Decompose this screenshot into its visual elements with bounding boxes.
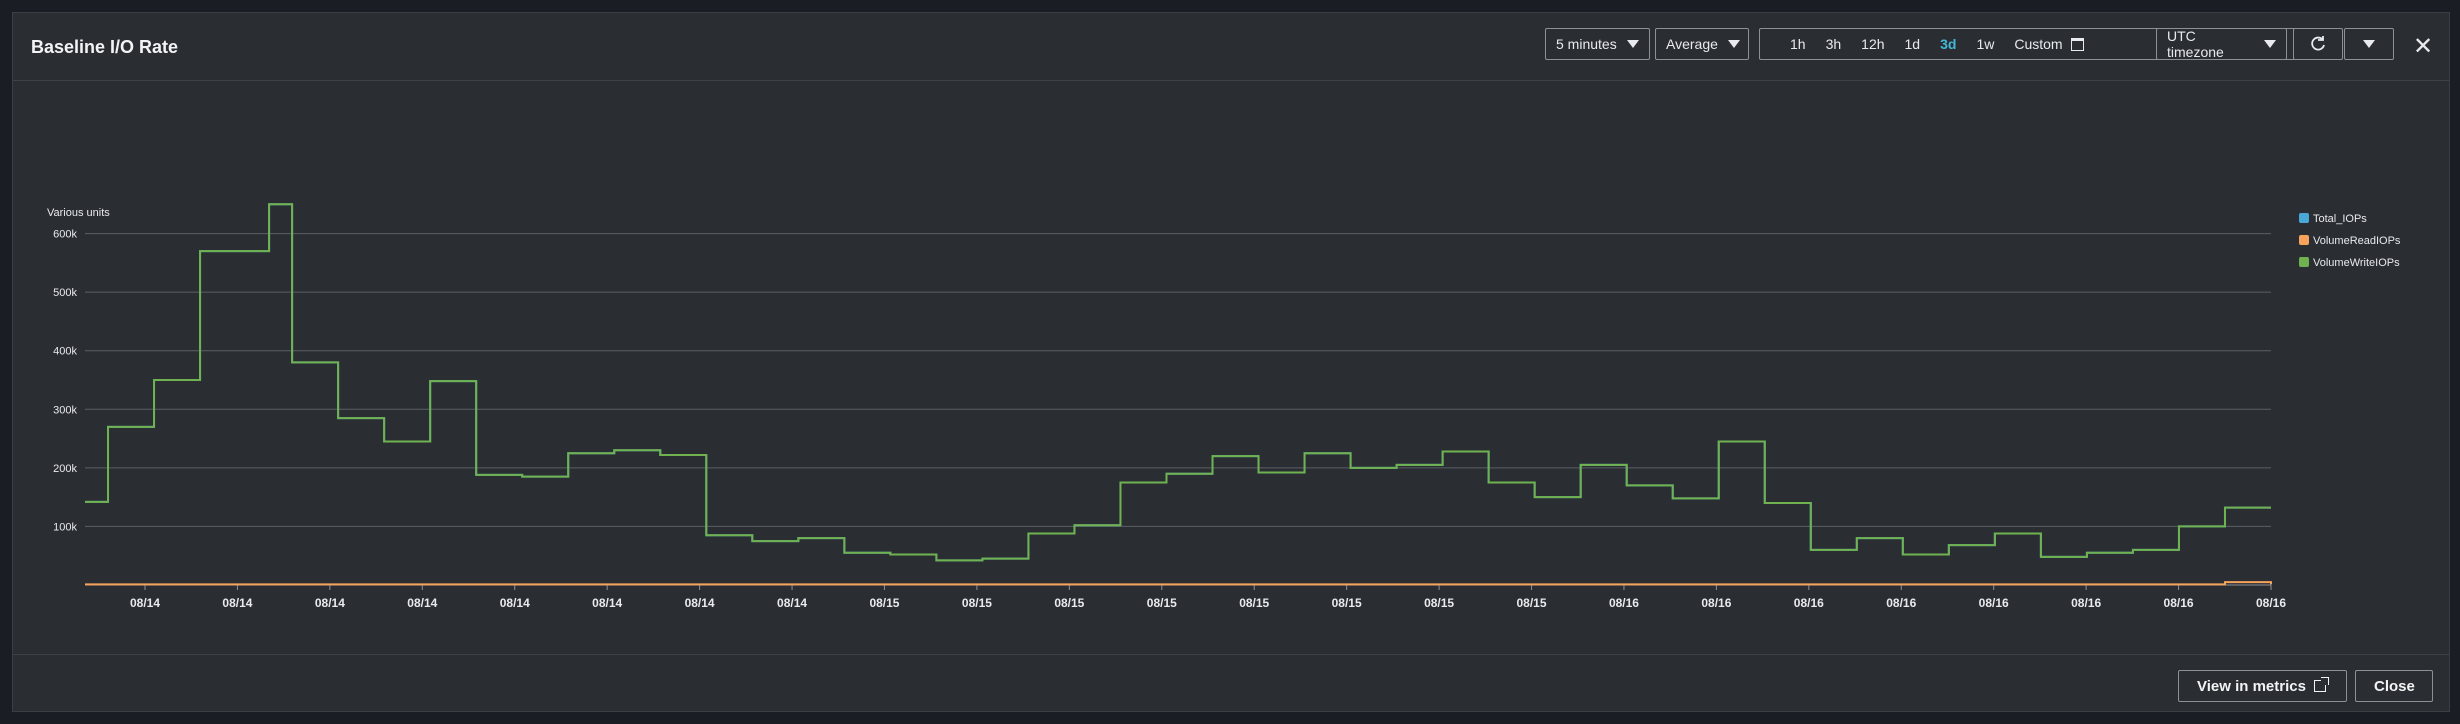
x-tick-label: 08/16 — [1701, 596, 1731, 610]
x-tick-label: 08/16 — [1794, 596, 1824, 610]
x-tick-label: 08/14 — [222, 596, 252, 610]
modal-header: Baseline I/O Rate 5 minutes Average 1h 3… — [13, 13, 2449, 81]
x-tick-label: 08/15 — [1239, 596, 1269, 610]
close-label: Close — [2374, 677, 2415, 695]
series-lines — [85, 203, 2272, 586]
statistic-select[interactable]: Average — [1655, 28, 1749, 60]
legend-swatch — [2299, 235, 2309, 245]
modal-footer: View in metrics Close — [13, 654, 2449, 713]
chart-modal: Baseline I/O Rate 5 minutes Average 1h 3… — [12, 12, 2450, 712]
range-3d[interactable]: 3d — [1930, 36, 1966, 52]
range-1w[interactable]: 1w — [1966, 36, 2004, 52]
legend-label[interactable]: Total_IOPs — [2313, 213, 2367, 225]
calendar-icon — [2070, 37, 2084, 51]
chevron-down-icon — [2363, 40, 2375, 48]
y-tick-label: 600k — [53, 229, 77, 241]
chevron-down-icon — [2264, 40, 2276, 48]
x-tick-label: 08/14 — [500, 596, 530, 610]
x-tick-label: 08/14 — [407, 596, 437, 610]
x-tick-label: 08/14 — [315, 596, 345, 610]
y-tick-label: 100k — [53, 521, 77, 533]
refresh-icon — [2311, 36, 2325, 51]
x-tick-label: 08/14 — [777, 596, 807, 610]
x-tick-label: 08/15 — [1332, 596, 1362, 610]
series-line-volumereadiops — [85, 581, 2272, 586]
x-tick-label: 08/15 — [1147, 596, 1177, 610]
timezone-select[interactable]: UTC timezone — [2156, 28, 2287, 60]
series-line-volumewriteiops — [85, 203, 2271, 562]
y-tick-label: 300k — [53, 404, 77, 416]
range-1d[interactable]: 1d — [1895, 36, 1931, 52]
view-in-metrics-label: View in metrics — [2197, 677, 2306, 695]
legend-swatch — [2299, 257, 2309, 267]
y-tick-label: 400k — [53, 346, 77, 358]
x-tick-label: 08/15 — [869, 596, 899, 610]
y-axis-label: Various units — [47, 207, 110, 219]
legend-label[interactable]: VolumeReadIOPs — [2313, 235, 2401, 247]
series-line-total-iops — [85, 203, 2271, 562]
x-tick-label: 08/16 — [2071, 596, 2101, 610]
x-tick-label: 08/15 — [1424, 596, 1454, 610]
x-tick-label: 08/15 — [1517, 596, 1547, 610]
refresh-options-button[interactable] — [2344, 28, 2394, 60]
x-tick-label: 08/16 — [1886, 596, 1916, 610]
x-tick-label: 08/16 — [2164, 596, 2194, 610]
x-tick-label: 08/14 — [130, 596, 160, 610]
refresh-button[interactable] — [2293, 28, 2343, 60]
range-12h[interactable]: 12h — [1851, 36, 1894, 52]
legend: Total_IOPs VolumeReadIOPs VolumeWriteIOPs — [2299, 213, 2401, 269]
x-tick-label: 08/14 — [685, 596, 715, 610]
x-tick-label: 08/16 — [2256, 596, 2286, 610]
view-in-metrics-button[interactable]: View in metrics — [2178, 670, 2347, 702]
x-tick-label: 08/14 — [592, 596, 622, 610]
period-select[interactable]: 5 minutes — [1545, 28, 1650, 60]
y-tick-labels: 100k 200k 300k 400k 500k 600k — [53, 229, 77, 534]
close-icon[interactable]: ✕ — [2413, 35, 2433, 59]
period-value: 5 minutes — [1556, 36, 1617, 52]
line-chart: Various units 100k 200k 300k 400k 500k 600k 0… — [47, 203, 2401, 610]
grid-lines — [85, 233, 2271, 586]
x-tick-label: 08/16 — [1609, 596, 1639, 610]
timezone-value: UTC timezone — [2167, 28, 2224, 60]
range-custom[interactable]: Custom — [2004, 36, 2093, 52]
x-tick-label: 08/16 — [1979, 596, 2009, 610]
chevron-down-icon — [1727, 40, 1740, 48]
x-tick-label: 08/15 — [962, 596, 992, 610]
statistic-value: Average — [1666, 36, 1718, 52]
custom-label: Custom — [2014, 36, 2063, 52]
legend-label[interactable]: VolumeWriteIOPs — [2313, 257, 2400, 269]
modal-title: Baseline I/O Rate — [31, 37, 179, 57]
chart-area: Various units 100k 200k 300k 400k 500k 600k 0… — [13, 82, 2449, 654]
external-link-icon — [2313, 677, 2329, 692]
chevron-down-icon — [1626, 40, 1639, 48]
x-tick-label: 08/15 — [1054, 596, 1084, 610]
range-3h[interactable]: 3h — [1816, 36, 1852, 52]
legend-swatch — [2299, 213, 2309, 223]
y-tick-label: 500k — [53, 287, 77, 299]
y-tick-label: 200k — [53, 463, 77, 475]
range-1h[interactable]: 1h — [1780, 36, 1816, 52]
close-button[interactable]: Close — [2355, 670, 2433, 702]
x-tick-labels: 08/14 08/14 08/14 08/14 08/14 08/14 08/14 08/14… — [130, 585, 2286, 610]
